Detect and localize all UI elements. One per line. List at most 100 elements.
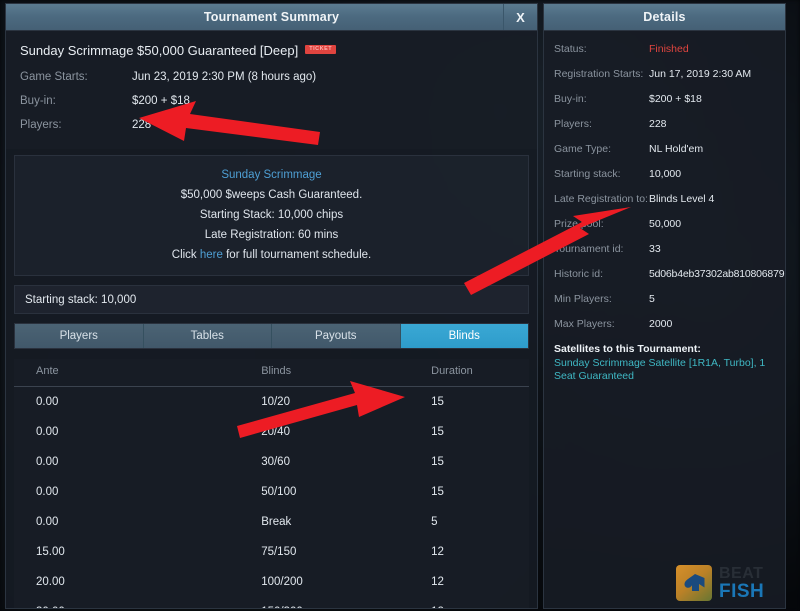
summary-tabs: Players Tables Payouts Blinds [14,323,529,349]
tab-payouts[interactable]: Payouts [272,324,401,348]
summary-field-buyin: Buy-in: $200 + $18 [20,95,523,107]
detail-value: NL Hold'em [649,143,704,155]
detail-label: Historic id: [554,268,604,280]
screenshot-root: Tournament Summary X Sunday Scrimmage $5… [0,0,800,611]
summary-field-game-starts: Game Starts: Jun 23, 2019 2:30 PM (8 hou… [20,71,523,83]
cell-duration: 15 [431,456,444,468]
cell-blinds: Break [261,516,292,528]
tournament-description-panel: Sunday Scrimmage $50,000 $weeps Cash Gua… [14,155,529,276]
cell-ante: 0.00 [36,456,59,468]
cell-blinds: 150/300 [261,597,431,608]
cell-blinds: 75/150 [261,546,297,558]
details-titlebar: Details [544,4,785,31]
field-value: $200 + $18 [132,95,190,107]
column-header-duration: Duration [431,359,529,387]
cell-ante: 20.00 [36,576,65,588]
details-window: Details Status: Finished Registration St… [543,3,786,609]
detail-value: Blinds Level 4 [649,193,715,205]
tournament-summary-window: Tournament Summary X Sunday Scrimmage $5… [5,3,538,609]
cell-duration: 12 [431,576,444,588]
cell-blinds: 50/100 [261,486,297,498]
detail-label: Buy-in: [554,93,587,105]
schedule-prefix: Click [171,249,200,261]
field-label: Buy-in: [20,95,56,107]
detail-label: Min Players: [554,293,612,305]
cell-duration: 15 [431,426,444,438]
description-line-late-reg: Late Registration: 60 mins [204,229,339,241]
detail-value: 33 [649,243,661,255]
detail-row-late-registration: Late Registration to: Blinds Level 4 [544,193,785,205]
detail-value: Jun 17, 2019 2:30 AM [649,68,752,80]
detail-row-tournament-id: Tournament id: 33 [544,243,785,255]
cell-duration: 15 [431,396,444,408]
blinds-table-area: Ante Blinds Duration 0.00 10/20 15 0.00 … [14,359,529,608]
table-row: 15.00 75/150 12 [14,537,529,567]
detail-row-buyin: Buy-in: $200 + $18 [544,93,785,105]
detail-row-players: Players: 228 [544,118,785,130]
cell-blinds: 30/60 [261,456,290,468]
status-badge: Finished [649,43,689,55]
cell-ante: 15.00 [36,546,65,558]
table-row: 20.00 100/200 12 [14,567,529,597]
table-row: 0.00 20/40 15 [14,417,529,447]
detail-value: $200 + $18 [649,93,702,105]
detail-value: 50,000 [649,218,682,230]
detail-value: 2000 [649,318,673,330]
details-title: Details [643,10,686,24]
field-value: Jun 23, 2019 2:30 PM (8 hours ago) [132,71,317,83]
cell-ante: 0.00 [36,426,59,438]
detail-row-min-players: Min Players: 5 [544,293,785,305]
blinds-table-body: 0.00 10/20 15 0.00 20/40 15 0.00 30/60 1… [14,387,529,608]
detail-row-game-type: Game Type: NL Hold'em [544,143,785,155]
detail-label: Starting stack: [554,168,621,180]
detail-row-max-players: Max Players: 2000 [544,318,785,330]
schedule-suffix: for full tournament schedule. [222,249,372,261]
detail-label: Tournament id: [554,243,624,255]
column-header-ante: Ante [14,359,262,387]
schedule-link[interactable]: here [200,249,223,261]
tournament-name-row: Sunday Scrimmage $50,000 Guaranteed [Dee… [20,43,523,58]
blinds-table: Ante Blinds Duration 0.00 10/20 15 0.00 … [14,359,529,608]
satellite-link[interactable]: Sunday Scrimmage Satellite [1R1A, Turbo]… [554,357,775,383]
cell-duration: 15 [431,486,444,498]
detail-row-historic-id: Historic id: 5d06b4eb37302ab810806879 [544,268,785,280]
summary-title: Tournament Summary [203,10,340,24]
tab-players[interactable]: Players [15,324,144,348]
satellites-title: Satellites to this Tournament: [554,343,701,355]
description-heading: Sunday Scrimmage [221,169,322,181]
detail-label: Players: [554,118,592,130]
starting-stack-strip: Starting stack: 10,000 [14,285,529,314]
description-line-stack: Starting Stack: 10,000 chips [199,209,344,221]
tab-blinds[interactable]: Blinds [400,324,528,348]
field-label: Game Starts: [20,71,88,83]
spade-fish-icon [676,565,712,601]
cell-duration: 12 [431,597,529,608]
detail-value: 5 [649,293,655,305]
cell-duration: 12 [431,546,444,558]
tournament-name: Sunday Scrimmage $50,000 Guaranteed [Dee… [20,43,299,58]
detail-row-status: Status: Finished [544,43,785,55]
field-label: Players: [20,119,62,131]
detail-row-starting-stack: Starting stack: 10,000 [544,168,785,180]
details-body: Status: Finished Registration Starts: Ju… [544,31,785,608]
detail-label: Status: [554,43,587,55]
satellites-block: Satellites to this Tournament: Sunday Sc… [544,343,785,383]
summary-info-header: Sunday Scrimmage $50,000 Guaranteed [Dee… [6,31,537,149]
detail-label: Registration Starts: [554,68,644,80]
ticket-badge: TICKET [305,44,337,55]
cell-ante: 30.00 [14,597,261,608]
table-header-row: Ante Blinds Duration [14,359,529,387]
description-line-guarantee: $50,000 $weeps Cash Guaranteed. [180,189,363,201]
cell-duration: 5 [431,516,438,528]
detail-label: Late Registration to: [554,193,648,205]
table-row: 0.00 10/20 15 [14,387,529,418]
cell-blinds: 10/20 [261,396,290,408]
detail-label: Max Players: [554,318,615,330]
logo-word-fish: FISH [719,580,765,602]
description-schedule-line: Click here for full tournament schedule. [25,249,518,261]
detail-value: 5d06b4eb37302ab810806879 [649,268,785,280]
close-icon[interactable]: X [503,4,537,30]
tab-tables[interactable]: Tables [143,324,272,348]
column-header-blinds: Blinds [261,359,432,387]
summary-titlebar: Tournament Summary X [6,4,537,31]
